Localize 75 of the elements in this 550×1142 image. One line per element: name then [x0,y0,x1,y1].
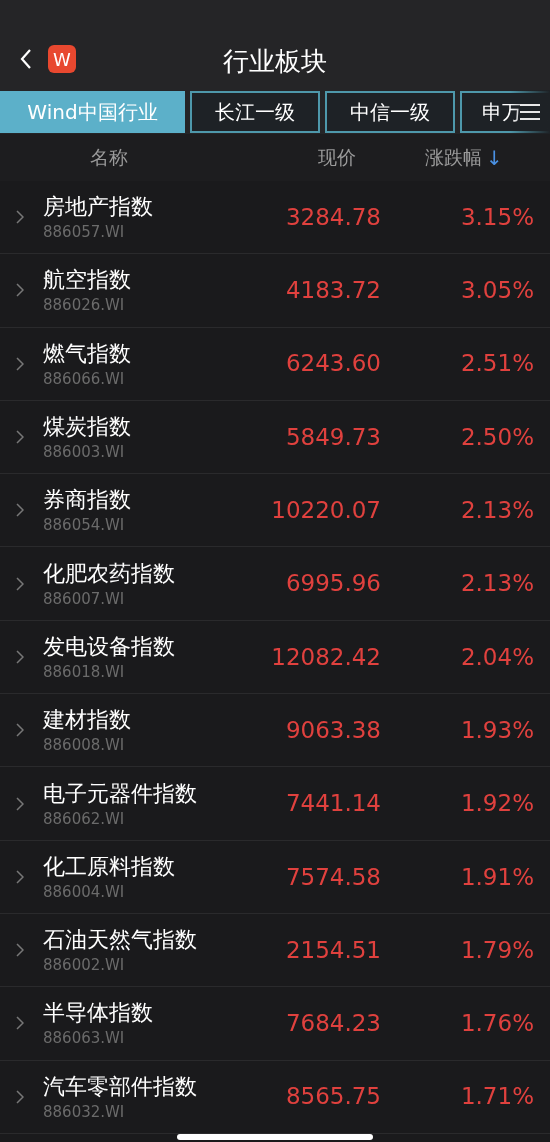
price-text: 7684.23 [284,1009,381,1039]
column-header: 现价 [318,145,356,171]
index-code: 886018.WI [43,661,126,682]
index-code: 886063.WI [43,1028,126,1049]
sort-header[interactable]: 涨跌幅 ↓ [425,142,503,173]
change-text: 1.71% [459,1082,534,1112]
index-name: 航空指数 [43,266,132,295]
back-icon [20,48,32,70]
index-name: 汽车零部件指数 [43,1072,198,1101]
price-text: 9063.38 [284,715,381,745]
index-code: 886026.WI [43,295,126,316]
index-name: 房地产指数 [43,193,154,222]
index-name: 煤炭指数 [43,413,132,442]
chevron-icon [16,430,24,445]
price-text: 5849.73 [284,422,381,452]
change-text: 1.79% [459,935,534,965]
index-code: 886004.WI [43,881,126,902]
change-text: 2.13% [459,496,534,526]
chevron-icon [16,649,24,664]
index-code: 886066.WI [43,368,126,389]
menu-icon[interactable] [519,103,541,121]
category-tab[interactable]: 长江一级 [190,91,320,133]
chevron-icon [16,503,24,518]
chevron-icon [16,576,24,591]
index-name: 电子元器件指数 [43,779,198,808]
column-header: 名称 [90,145,128,171]
change-text: 2.51% [459,349,534,379]
price-text: 7574.58 [284,862,381,892]
change-text: 2.04% [459,642,534,672]
category-tab[interactable]: 申万 [460,91,550,133]
index-code: 886003.WI [43,442,126,463]
change-text: 1.91% [459,862,534,892]
index-code: 886008.WI [43,735,126,756]
price-text: 7441.14 [284,789,381,819]
page-title: 行业板块 [223,45,327,78]
chevron-icon [16,283,24,298]
index-code: 886002.WI [43,955,126,976]
index-name: 发电设备指数 [43,632,176,661]
chevron-icon [16,723,24,738]
price-text: 2154.51 [284,935,381,965]
price-text: 12082.42 [270,642,381,672]
change-text: 3.05% [459,276,534,306]
change-text: 2.50% [459,422,534,452]
app-logo: W [48,45,76,73]
price-text: 6243.60 [284,349,381,379]
chevron-icon [16,943,24,958]
index-code: 886054.WI [43,515,126,536]
chevron-icon [16,869,24,884]
index-name: 化肥农药指数 [43,559,176,588]
index-name: 券商指数 [43,486,132,515]
price-text: 3284.78 [284,202,381,232]
index-name: 化工原料指数 [43,852,176,881]
index-code: 886032.WI [43,1101,126,1122]
chevron-icon [16,210,24,225]
chevron-icon [16,356,24,371]
category-tab[interactable]: 中信一级 [325,91,455,133]
index-name: 建材指数 [43,706,132,735]
change-text: 2.13% [459,569,534,599]
index-name: 燃气指数 [43,339,132,368]
chevron-icon [16,796,24,811]
index-code: 886057.WI [43,222,126,243]
index-code: 886007.WI [43,588,126,609]
price-text: 6995.96 [284,569,381,599]
index-code: 886062.WI [43,808,126,829]
chevron-icon [16,1016,24,1031]
change-text: 1.93% [459,715,534,745]
price-text: 4183.72 [284,276,381,306]
price-text: 10220.07 [270,496,381,526]
chevron-icon [16,1089,24,1104]
change-text: 3.15% [459,202,534,232]
index-name: 石油天然气指数 [43,926,198,955]
index-name: 半导体指数 [43,999,154,1028]
price-text: 8565.75 [284,1082,381,1112]
change-text: 1.76% [459,1009,534,1039]
change-text: 1.92% [459,789,534,819]
